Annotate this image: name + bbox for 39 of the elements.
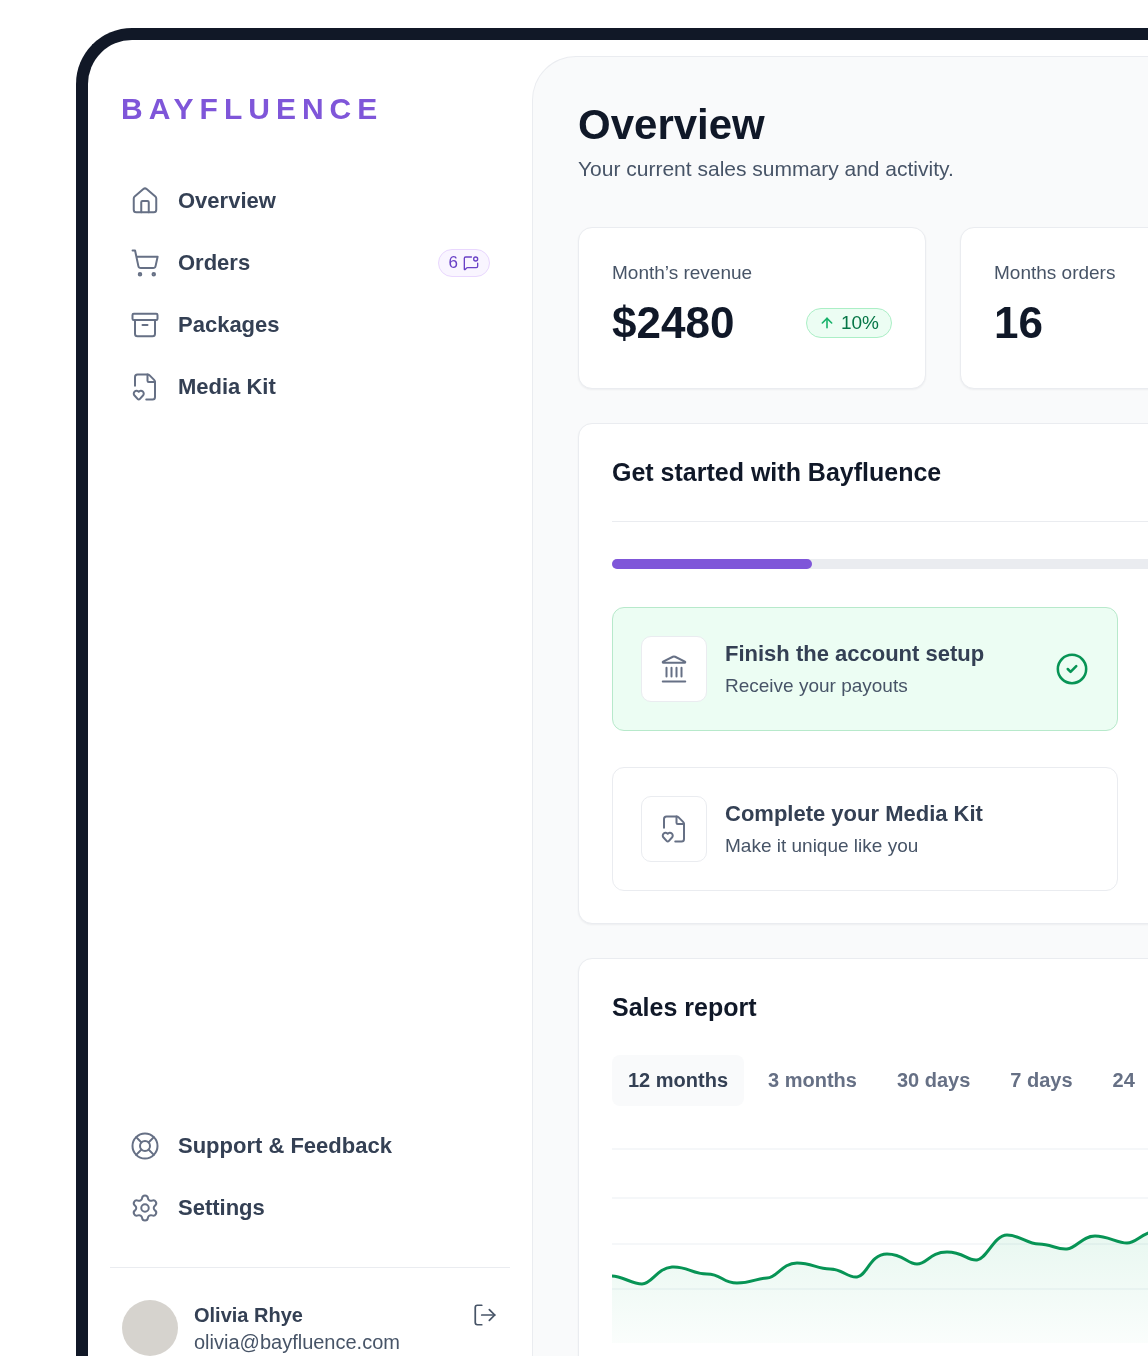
house-icon [130, 186, 160, 216]
task-card[interactable]: Finish the account setup Receive your payouts [612, 607, 1118, 731]
settings-icon [130, 1193, 160, 1223]
avatar [122, 1300, 178, 1356]
stat-label: Month’s revenue [612, 262, 754, 284]
nav-item[interactable]: Settings [110, 1177, 510, 1239]
card-title: Sales report [612, 993, 758, 1022]
count-badge: 6 [437, 249, 490, 277]
card-title: Get started with Bayfluence [612, 458, 943, 487]
period-tab[interactable]: 24 [1096, 1055, 1148, 1106]
page-subtitle: Your current sales summary and activity. [578, 157, 955, 181]
nav-item[interactable]: Media Kit [110, 356, 510, 418]
nav-item[interactable]: Overview [110, 170, 510, 232]
nav-item[interactable]: Orders 6 [110, 232, 510, 294]
bank-icon [659, 654, 689, 684]
task-card[interactable]: Complete your Media Kit Make it unique like you [612, 767, 1118, 891]
task-subtitle: Receive your payouts [725, 675, 909, 697]
check-circle-icon [1055, 652, 1089, 686]
period-tab[interactable]: 12 months [612, 1055, 745, 1106]
task-title: Finish the account setup [725, 641, 986, 667]
cart-icon [130, 248, 160, 278]
brand-logo: BAYFLUENCE [120, 92, 385, 126]
page-title: Overview [578, 101, 766, 149]
task-subtitle: Make it unique like you [725, 835, 920, 857]
change-badge: 10% [805, 308, 892, 338]
stat-value: 16 [994, 298, 1043, 348]
stat-value: $2480 [612, 298, 735, 348]
logout-button[interactable] [472, 1302, 498, 1328]
period-tab[interactable]: 3 months [752, 1055, 873, 1106]
archive-box-icon [130, 310, 160, 340]
user-email: olivia@bayfluence.com [194, 1331, 401, 1354]
nav-item[interactable]: Support & Feedback [110, 1115, 510, 1177]
period-tab[interactable]: 30 days [880, 1055, 987, 1106]
stat-label: Months orders [994, 262, 1117, 284]
period-tab[interactable]: 7 days [994, 1055, 1089, 1106]
task-title: Complete your Media Kit [725, 801, 984, 827]
nav-item[interactable]: Packages [110, 294, 510, 356]
lifebuoy-icon [130, 1131, 160, 1161]
user-name: Olivia Rhye [194, 1304, 304, 1327]
